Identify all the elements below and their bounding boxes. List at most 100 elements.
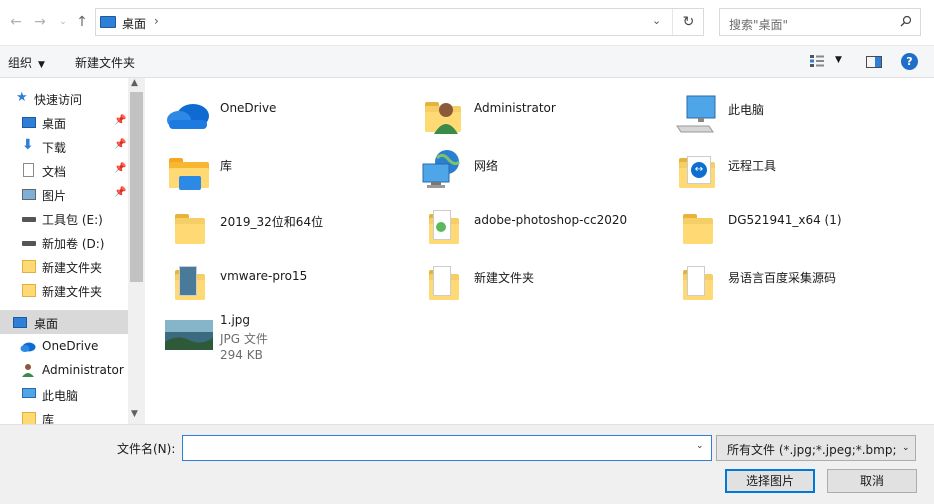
back-arrow-icon[interactable]: ← xyxy=(8,14,24,30)
file-item-new-folder[interactable]: 新建文件夹 xyxy=(399,254,649,304)
star-icon: ★ xyxy=(16,90,28,105)
file-name: 2019_32位和64位 xyxy=(220,215,324,229)
dialog-footer: 文件名(N): ⌄ 所有文件 (*.jpg;*.jpeg;*.bmp;*. ⌄ … xyxy=(0,424,934,504)
sidebar-item-label: 桌面 xyxy=(42,117,67,131)
file-size: 294 KB xyxy=(220,348,263,362)
computer-icon xyxy=(676,95,716,133)
file-item-this-pc[interactable]: 此电脑 xyxy=(653,86,903,136)
file-name: vmware-pro15 xyxy=(220,269,308,283)
filename-history-chevron-icon[interactable]: ⌄ xyxy=(696,441,704,451)
computer-icon xyxy=(22,388,36,398)
sidebar-item-pictures[interactable]: 图片 📌 xyxy=(0,182,128,206)
pin-icon[interactable]: 📌 xyxy=(114,163,126,175)
address-path[interactable]: 桌面 xyxy=(122,15,146,32)
pin-icon[interactable]: 📌 xyxy=(114,187,126,199)
new-folder-button[interactable]: 新建文件夹 xyxy=(75,54,135,71)
file-item-network[interactable]: 网络 xyxy=(399,142,649,192)
sidebar-item-label: OneDrive xyxy=(42,339,99,353)
search-icon[interactable] xyxy=(900,15,912,27)
library-icon xyxy=(22,412,36,424)
file-name: 新建文件夹 xyxy=(474,271,535,285)
file-item-vmware[interactable]: vmware-pro15 xyxy=(145,254,395,304)
select-image-button[interactable]: 选择图片 xyxy=(725,469,815,493)
breadcrumb-chevron-icon[interactable]: › xyxy=(154,14,159,28)
caret-down-icon: ▼ xyxy=(38,60,45,70)
address-field[interactable]: 桌面 › ⌄ ↻ xyxy=(95,8,704,36)
scroll-down-icon[interactable]: ▼ xyxy=(131,409,138,419)
file-type: JPG 文件 xyxy=(220,332,268,346)
organize-label: 组织 xyxy=(8,56,33,70)
file-item-library[interactable]: 库 xyxy=(145,142,395,192)
file-name: 网络 xyxy=(474,159,499,173)
recent-locations-chevron-icon[interactable]: ⌄ xyxy=(55,14,71,30)
sidebar-item-new-folder-1[interactable]: 新建文件夹 xyxy=(0,254,128,278)
command-bar: 组织 ▼ 新建文件夹 ▼ ? xyxy=(0,45,934,78)
file-item-dg521941[interactable]: DG521941_x64 (1) xyxy=(653,198,903,248)
search-placeholder: 搜索"桌面" xyxy=(729,18,789,32)
scroll-up-icon[interactable]: ▲ xyxy=(131,78,138,88)
sidebar-item-label: 库 xyxy=(42,413,55,424)
file-item-remote-tools[interactable]: ↔ 远程工具 xyxy=(653,142,903,192)
sidebar-item-label: 新建文件夹 xyxy=(42,285,103,299)
folder-icon xyxy=(22,284,36,297)
desktop-icon xyxy=(22,117,36,128)
sidebar-item-new-folder-2[interactable]: 新建文件夹 xyxy=(0,278,128,302)
file-item-folder-2019[interactable]: 2019_32位和64位 xyxy=(145,198,395,248)
filename-input[interactable] xyxy=(182,435,712,461)
desktop-icon xyxy=(13,317,27,328)
address-history-chevron-icon[interactable]: ⌄ xyxy=(652,14,661,27)
library-icon xyxy=(165,148,211,192)
file-item-onedrive[interactable]: OneDrive xyxy=(145,86,395,136)
help-icon[interactable]: ? xyxy=(901,53,918,70)
file-view: OneDrive Administrator 此电脑 库 网络 ↔ 远程工具 2… xyxy=(145,78,934,424)
sidebar-item-label: 新加卷 (D:) xyxy=(42,237,105,251)
sidebar-item-desktop-root[interactable]: 桌面 xyxy=(0,310,128,334)
view-options-icon[interactable] xyxy=(810,55,824,67)
cancel-button[interactable]: 取消 xyxy=(827,469,917,493)
pin-icon[interactable]: 📌 xyxy=(114,115,126,127)
file-name: 远程工具 xyxy=(728,159,777,173)
sidebar-item-onedrive[interactable]: OneDrive xyxy=(0,334,128,358)
forward-arrow-icon[interactable]: → xyxy=(32,14,48,30)
sidebar-item-label: 图片 xyxy=(42,189,67,203)
sidebar-scrollbar[interactable]: ▲ ▼ xyxy=(128,78,145,424)
teamviewer-folder-icon: ↔ xyxy=(673,148,719,192)
folder-icon xyxy=(419,260,465,304)
sidebar-item-drive-e[interactable]: 工具包 (E:) xyxy=(0,206,128,230)
sidebar-item-quick-access[interactable]: ★ 快速访问 xyxy=(0,86,128,110)
folder-icon xyxy=(165,260,211,304)
file-item-1-jpg[interactable]: 1.jpg JPG 文件 294 KB xyxy=(145,310,395,366)
file-item-yiyuyan[interactable]: 易语言百度采集源码 xyxy=(653,254,903,304)
sidebar-item-this-pc[interactable]: 此电脑 xyxy=(0,382,128,406)
file-item-administrator[interactable]: Administrator xyxy=(399,86,649,136)
sidebar-item-label: 新建文件夹 xyxy=(42,261,103,275)
search-input[interactable]: 搜索"桌面" xyxy=(719,8,921,36)
sidebar-item-desktop[interactable]: 桌面 📌 xyxy=(0,110,128,134)
up-arrow-icon[interactable]: ↑ xyxy=(74,14,90,30)
sidebar-item-drive-d[interactable]: 新加卷 (D:) xyxy=(0,230,128,254)
sidebar-item-downloads[interactable]: ⬇ 下载 📌 xyxy=(0,134,128,158)
image-file-icon xyxy=(165,320,213,350)
network-icon xyxy=(422,150,461,188)
file-item-adobe-photoshop[interactable]: adobe-photoshop-cc2020 xyxy=(399,198,649,248)
scrollbar-thumb[interactable] xyxy=(130,92,143,282)
download-icon: ⬇ xyxy=(22,137,34,153)
file-type-filter-text: 所有文件 (*.jpg;*.jpeg;*.bmp;*. xyxy=(727,443,897,457)
sidebar-item-administrator[interactable]: Administrator xyxy=(0,358,128,382)
drive-icon xyxy=(22,217,36,222)
user-folder-icon xyxy=(419,92,465,136)
file-name: 此电脑 xyxy=(728,103,765,117)
file-type-filter[interactable]: 所有文件 (*.jpg;*.jpeg;*.bmp;*. ⌄ xyxy=(716,435,916,461)
folder-icon xyxy=(673,260,719,304)
folder-icon xyxy=(673,204,719,248)
pin-icon[interactable]: 📌 xyxy=(114,139,126,151)
preview-pane-icon[interactable] xyxy=(866,56,882,68)
organize-button[interactable]: 组织 ▼ xyxy=(8,54,45,71)
sidebar-item-documents[interactable]: 文档 📌 xyxy=(0,158,128,182)
file-name: 易语言百度采集源码 xyxy=(728,271,837,285)
refresh-icon[interactable]: ↻ xyxy=(672,9,704,35)
sidebar-item-label: 桌面 xyxy=(34,317,59,331)
sidebar-item-library[interactable]: 库 xyxy=(0,406,128,424)
view-caret-down-icon[interactable]: ▼ xyxy=(835,55,842,65)
sidebar-item-label: 下载 xyxy=(42,141,67,155)
